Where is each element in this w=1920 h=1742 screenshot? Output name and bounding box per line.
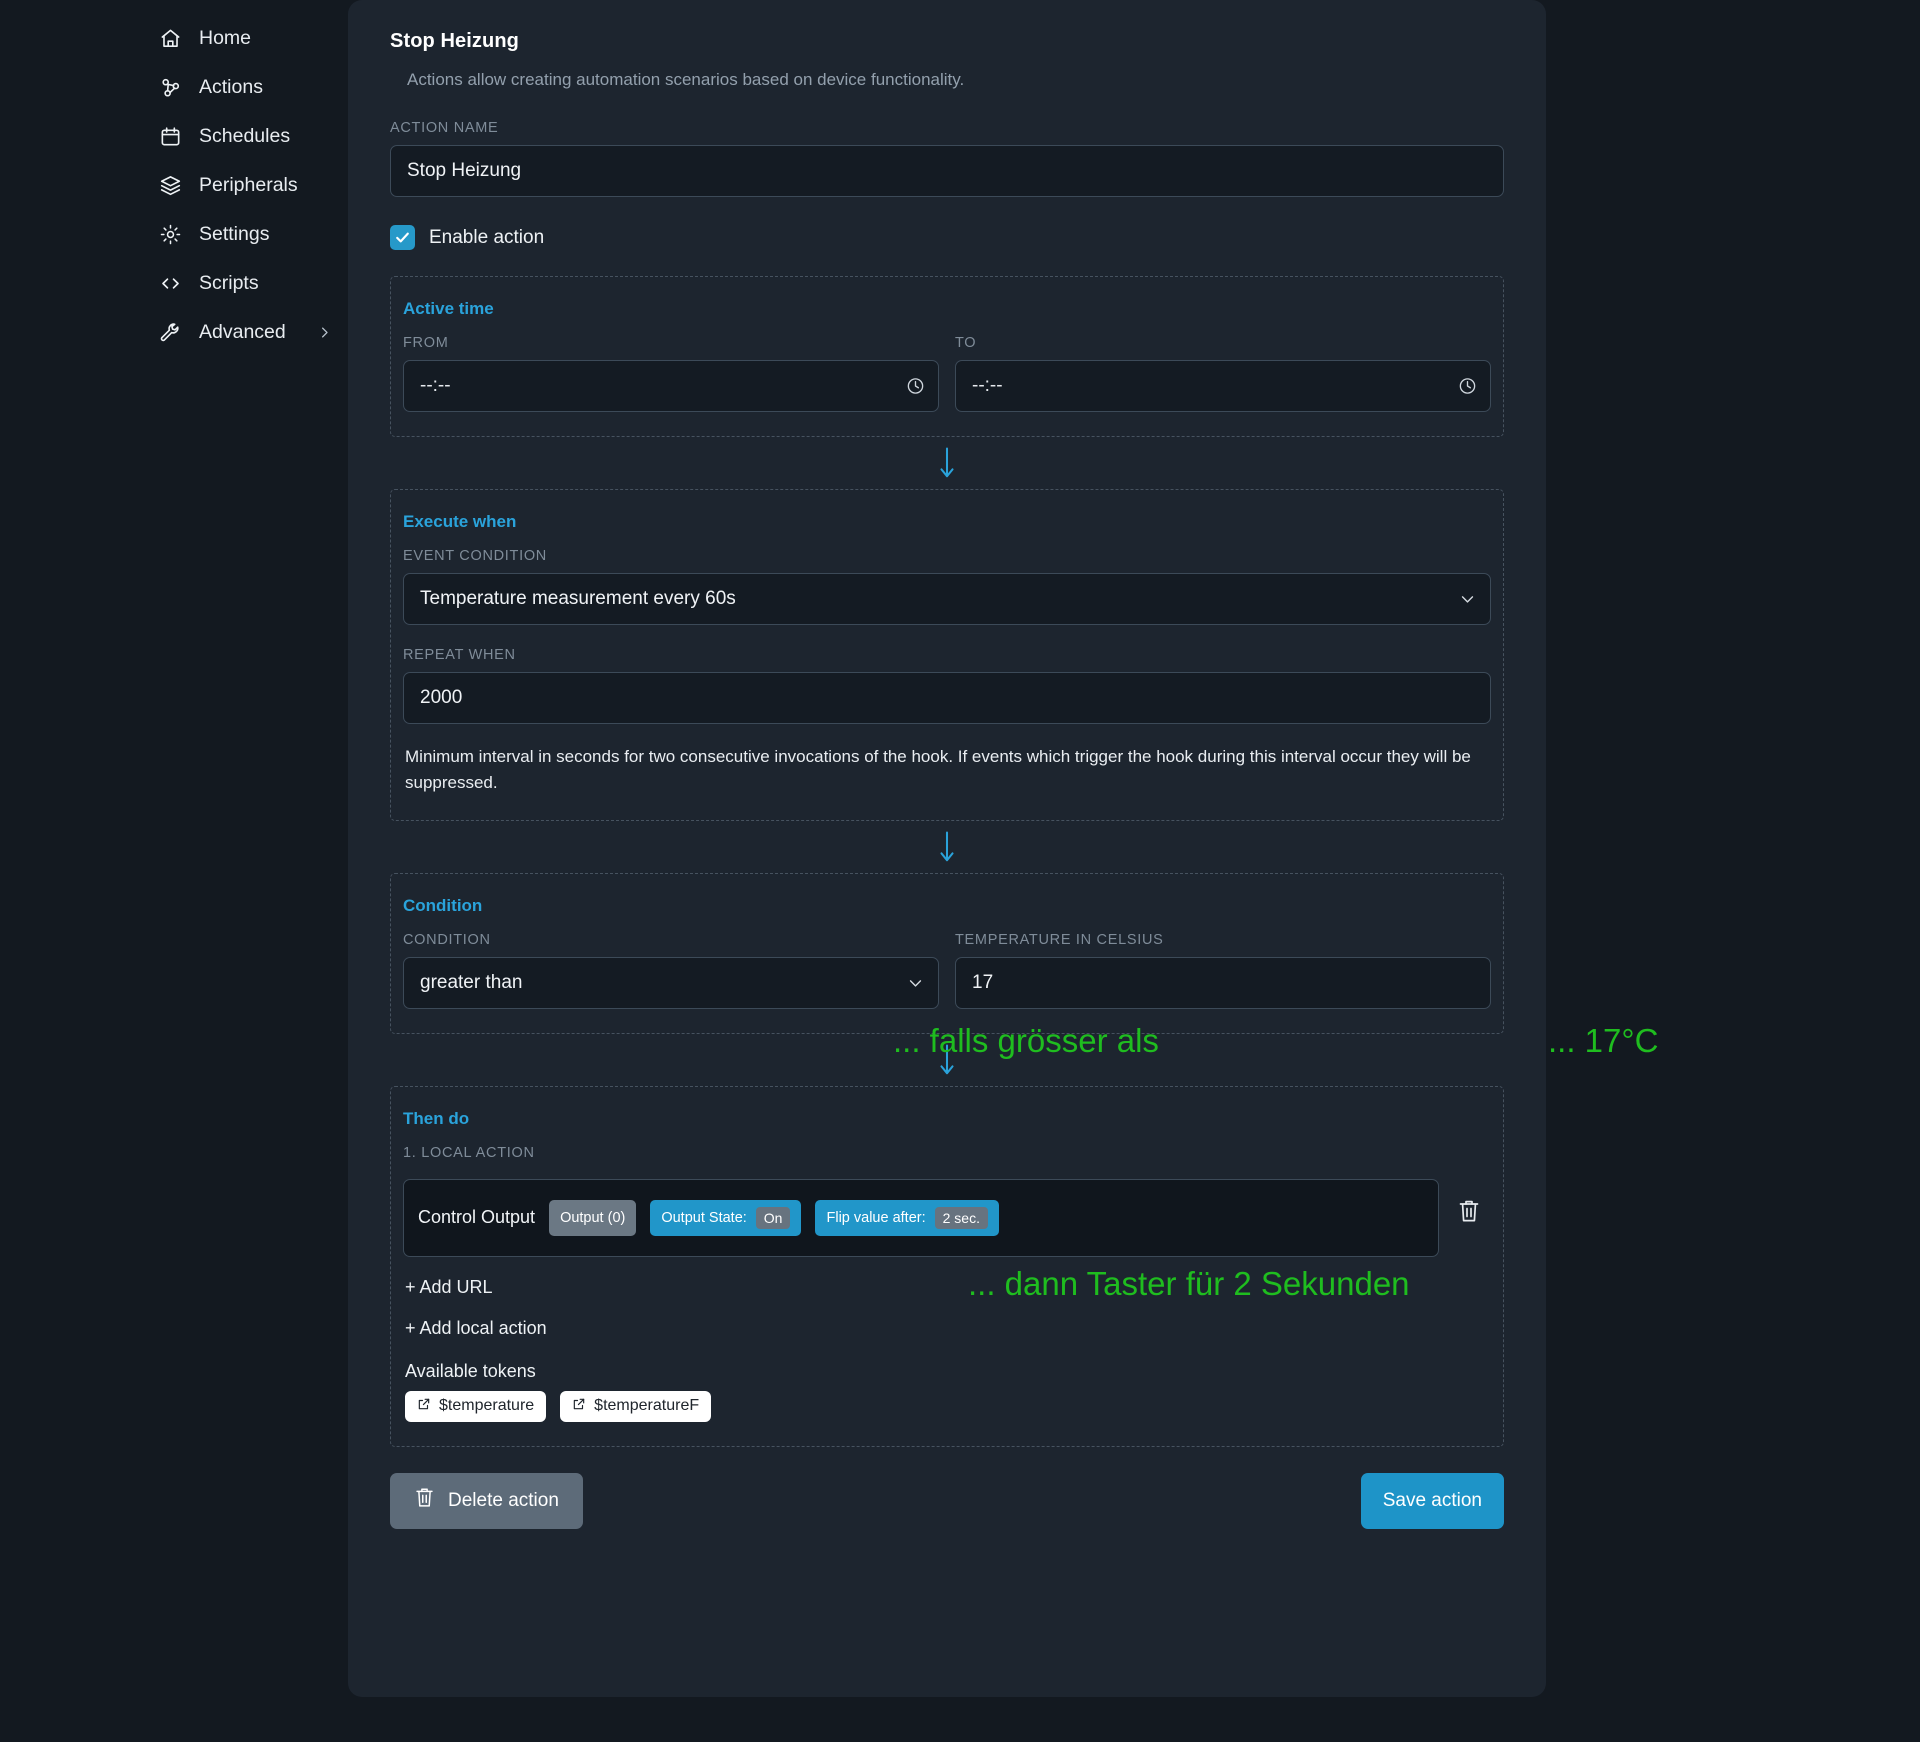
enable-action-checkbox[interactable]: Enable action xyxy=(390,225,1504,250)
flow-arrow-down-icon xyxy=(390,437,1504,489)
active-time-section: Active time FROM --:-- TO --:-- xyxy=(390,276,1504,437)
condition-operator-select[interactable] xyxy=(403,956,939,1009)
to-label: TO xyxy=(955,335,977,351)
sidebar: Home Actions Schedules Peripherals Setti… xyxy=(0,0,348,1742)
code-icon xyxy=(158,272,182,296)
sidebar-item-label: Scripts xyxy=(199,272,259,294)
gear-icon xyxy=(158,223,182,247)
condition-section: Condition CONDITION greater than TEMPERA… xyxy=(390,872,1504,1034)
sidebar-item-advanced[interactable]: Advanced xyxy=(0,308,348,357)
sidebar-item-actions[interactable]: Actions xyxy=(0,63,348,112)
external-link-icon xyxy=(572,1397,586,1416)
home-icon xyxy=(158,27,182,51)
then-do-title: Then do xyxy=(403,1108,470,1128)
calendar-icon xyxy=(158,125,182,149)
sidebar-item-label: Settings xyxy=(199,223,270,245)
app-root: Home Actions Schedules Peripherals Setti… xyxy=(0,0,1920,1742)
from-time-input[interactable] xyxy=(403,360,939,412)
from-label: FROM xyxy=(403,335,449,351)
flow-arrow-down-icon xyxy=(390,821,1504,873)
temperature-input[interactable] xyxy=(955,956,1491,1009)
enable-action-label: Enable action xyxy=(429,226,545,248)
output-state-chip-label: Output State: xyxy=(661,1209,747,1226)
output-state-chip[interactable]: Output State: On xyxy=(650,1199,802,1236)
to-time-input[interactable] xyxy=(955,360,1491,412)
checkbox-check-icon xyxy=(390,225,415,250)
save-action-button[interactable]: Save action xyxy=(1360,1472,1504,1529)
page-subtitle: Actions allow creating automation scenar… xyxy=(407,70,965,89)
token-label: $temperature xyxy=(439,1397,535,1415)
local-action-name: Control Output xyxy=(418,1207,536,1228)
action-name-input[interactable] xyxy=(390,145,1504,197)
token-temperature[interactable]: $temperature xyxy=(405,1390,547,1422)
page-title: Stop Heizung xyxy=(390,30,519,52)
delete-action-label: Delete action xyxy=(448,1489,559,1511)
annotation-temperature: ... 17°C xyxy=(1548,1022,1659,1059)
add-local-action-button[interactable]: + Add local action xyxy=(403,1318,1491,1339)
active-time-to-group: TO xyxy=(955,335,1491,412)
repeat-when-label: REPEAT WHEN xyxy=(403,647,516,663)
external-link-icon xyxy=(417,1397,431,1416)
output-state-chip-value: On xyxy=(755,1206,791,1229)
event-condition-label: EVENT CONDITION xyxy=(403,548,547,564)
local-action-row[interactable]: Control Output Output (0) Output State: … xyxy=(403,1178,1439,1257)
condition-temperature-group: TEMPERATURE IN CELSIUS xyxy=(955,932,1491,1009)
trash-icon xyxy=(1457,1198,1481,1229)
sidebar-item-label: Peripherals xyxy=(199,174,298,196)
sidebar-item-peripherals[interactable]: Peripherals xyxy=(0,161,348,210)
available-tokens-list: $temperature $temperatureF xyxy=(403,1390,1491,1422)
flow-arrow-down-icon xyxy=(390,1034,1504,1086)
active-time-from-group: FROM xyxy=(403,335,939,412)
layers-icon xyxy=(158,174,182,198)
sidebar-item-label: Actions xyxy=(199,76,263,98)
output-chip-label: Output (0) xyxy=(560,1209,626,1226)
active-time-title: Active time xyxy=(403,299,494,318)
sidebar-item-home[interactable]: Home xyxy=(0,14,348,63)
trash-icon xyxy=(414,1486,435,1515)
event-condition-select[interactable] xyxy=(403,573,1491,625)
chevron-right-icon xyxy=(317,325,332,340)
token-label: $temperatureF xyxy=(594,1397,700,1415)
actions-icon xyxy=(158,76,182,100)
wrench-icon xyxy=(158,321,182,345)
flip-value-chip-label: Flip value after: xyxy=(826,1209,926,1226)
execute-when-section: Execute when EVENT CONDITION REPEAT WHEN… xyxy=(390,489,1504,821)
condition-label: CONDITION xyxy=(403,931,491,948)
action-editor-panel: Stop Heizung Actions allow creating auto… xyxy=(348,0,1546,1697)
sidebar-item-scripts[interactable]: Scripts xyxy=(0,259,348,308)
repeat-when-input[interactable] xyxy=(403,672,1491,724)
output-chip[interactable]: Output (0) xyxy=(549,1199,637,1236)
condition-operator-group: CONDITION xyxy=(403,932,939,1009)
execute-when-title: Execute when xyxy=(403,512,517,531)
flip-value-chip[interactable]: Flip value after: 2 sec. xyxy=(815,1199,999,1236)
flip-value-chip-value: 2 sec. xyxy=(934,1206,988,1229)
delete-action-button[interactable]: Delete action xyxy=(390,1472,583,1529)
main-area: Stop Heizung Actions allow creating auto… xyxy=(348,0,1920,1742)
sidebar-item-label: Advanced xyxy=(199,321,286,343)
add-url-button[interactable]: + Add URL xyxy=(403,1277,1491,1298)
then-do-section: Then do 1. LOCAL ACTION Control Output O… xyxy=(390,1085,1504,1447)
repeat-when-help-text: Minimum interval in seconds for two cons… xyxy=(405,747,1471,792)
delete-local-action-button[interactable] xyxy=(1447,1191,1491,1235)
action-name-label: ACTION NAME xyxy=(390,120,499,136)
footer-actions: Delete action Save action xyxy=(390,1472,1504,1529)
condition-title: Condition xyxy=(403,895,483,915)
sidebar-item-settings[interactable]: Settings xyxy=(0,210,348,259)
sidebar-item-label: Schedules xyxy=(199,125,291,147)
sidebar-item-schedules[interactable]: Schedules xyxy=(0,112,348,161)
local-action-label: 1. LOCAL ACTION xyxy=(403,1144,535,1161)
token-temperature-f[interactable]: $temperatureF xyxy=(560,1390,712,1422)
sidebar-item-label: Home xyxy=(199,27,252,49)
temperature-label: TEMPERATURE IN CELSIUS xyxy=(955,931,1164,948)
available-tokens-label: Available tokens xyxy=(405,1360,536,1381)
